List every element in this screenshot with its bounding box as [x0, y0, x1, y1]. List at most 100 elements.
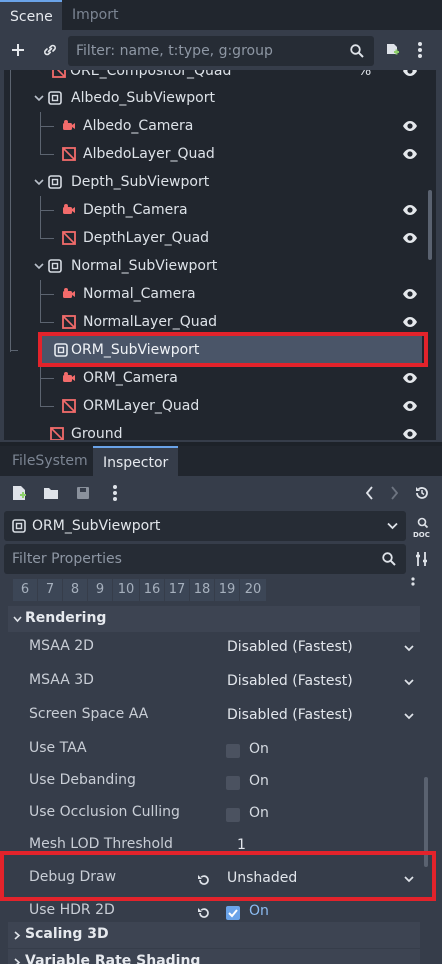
- tree-row-label: AlbedoLayer_Quad: [83, 146, 215, 162]
- chevron-down-icon[interactable]: [34, 94, 44, 102]
- tree-row-albedolayer-quad[interactable]: AlbedoLayer_Quad: [4, 140, 422, 168]
- tree-row-label: Albedo_Camera: [83, 118, 194, 134]
- history-button[interactable]: [410, 482, 434, 504]
- tree-row-label: Depth_Camera: [83, 202, 188, 218]
- property-checkbox[interactable]: On: [220, 735, 420, 765]
- visibility-eye-icon[interactable]: [402, 400, 418, 412]
- visibility-eye-icon[interactable]: [402, 372, 418, 384]
- tab-scene[interactable]: Scene: [0, 0, 62, 30]
- section-rendering[interactable]: Rendering: [8, 606, 420, 632]
- history-icon: [416, 487, 428, 499]
- layer-cell-6[interactable]: 6: [13, 579, 37, 601]
- layer-cell-8[interactable]: 8: [63, 579, 87, 601]
- scene-tree[interactable]: ORE_Compositor_Quad % Albedo_SubViewport…: [4, 70, 436, 440]
- tree-row-suffix: %: [358, 70, 372, 79]
- tab-inspector[interactable]: Inspector: [93, 446, 178, 476]
- tree-row-label: ORM_Camera: [83, 370, 178, 386]
- tree-row-label: DepthLayer_Quad: [83, 230, 210, 246]
- visibility-eye-icon[interactable]: [402, 232, 418, 244]
- save-resource-button[interactable]: [72, 482, 94, 504]
- tree-row-depth-subviewport[interactable]: Depth_SubViewport: [4, 168, 422, 196]
- layer-cell-19[interactable]: 19: [215, 579, 239, 601]
- checkbox-label: On: [249, 903, 269, 919]
- property-label: Use Debanding: [29, 772, 136, 788]
- open-docs-button[interactable]: DOC: [410, 514, 434, 540]
- property-dropdown[interactable]: Disabled (Fastest): [220, 667, 420, 697]
- revert-icon[interactable]: [197, 906, 211, 920]
- section-rendering-title: Rendering: [25, 610, 107, 626]
- scene-menu-button[interactable]: [408, 38, 432, 62]
- attach-script-button[interactable]: [380, 38, 404, 62]
- tab-filesystem[interactable]: FileSystem: [2, 446, 98, 476]
- mesh-icon: [50, 427, 64, 440]
- visibility-eye-icon[interactable]: [402, 428, 418, 440]
- object-name: ORM_SubViewport: [32, 518, 161, 534]
- chevron-right-icon: [14, 958, 21, 964]
- layer-grid[interactable]: 6 7 8 9 10 16 17 18 19 20: [13, 579, 413, 601]
- visibility-eye-icon[interactable]: [402, 204, 418, 216]
- property-label: Use HDR 2D: [29, 902, 115, 918]
- layer-cell-17[interactable]: 17: [165, 579, 189, 601]
- property-row-use-taa: Use TAA On: [0, 735, 442, 767]
- tree-row-normal-camera[interactable]: Normal_Camera: [4, 280, 422, 308]
- add-node-button[interactable]: [6, 38, 30, 62]
- instance-scene-button[interactable]: [38, 38, 62, 62]
- section-variable-rate-shading[interactable]: Variable Rate Shading: [8, 949, 420, 964]
- scene-filter-placeholder: Filter: name, t:type, g:group: [76, 43, 273, 59]
- tree-row-orm-camera[interactable]: ORM_Camera: [4, 364, 422, 392]
- object-selector[interactable]: ORM_SubViewport: [4, 511, 406, 541]
- property-list: 6 7 8 9 10 16 17 18 19 20 Rendering MSAA 2D Disabl…: [0, 577, 442, 964]
- resource-menu-button[interactable]: [104, 482, 126, 504]
- tree-row-label: Albedo_SubViewport: [71, 90, 215, 106]
- load-resource-button[interactable]: [40, 482, 62, 504]
- property-checkbox[interactable]: On: [220, 799, 420, 829]
- scene-filter-input[interactable]: Filter: name, t:type, g:group: [68, 36, 374, 66]
- history-back-button[interactable]: [360, 482, 380, 504]
- chevron-down-icon[interactable]: [34, 178, 44, 186]
- tree-row-ore-compositor-quad[interactable]: ORE_Compositor_Quad %: [4, 70, 422, 85]
- tab-import[interactable]: Import: [62, 0, 128, 30]
- tree-row-depth-camera[interactable]: Depth_Camera: [4, 196, 422, 224]
- layer-cell-7[interactable]: 7: [38, 579, 62, 601]
- chevron-right-icon: [14, 931, 21, 940]
- chevron-down-icon: [404, 645, 414, 652]
- history-forward-button[interactable]: [384, 482, 404, 504]
- tree-row-albedo-camera[interactable]: Albedo_Camera: [4, 112, 422, 140]
- tree-row-albedo-subviewport[interactable]: Albedo_SubViewport: [4, 84, 422, 112]
- visibility-eye-icon[interactable]: [402, 120, 418, 132]
- property-checkbox[interactable]: On: [220, 767, 420, 797]
- property-tools-button[interactable]: [410, 547, 434, 571]
- property-dropdown[interactable]: Disabled (Fastest): [220, 701, 420, 731]
- checkmark-icon: [228, 909, 238, 918]
- property-label: Use Occlusion Culling: [29, 804, 180, 820]
- tree-row-label: ORMLayer_Quad: [83, 398, 200, 414]
- layer-cell-16[interactable]: 16: [140, 579, 164, 601]
- tree-row-label: Normal_Camera: [83, 286, 196, 302]
- visibility-eye-icon[interactable]: [402, 288, 418, 300]
- subviewport-icon: [12, 519, 26, 533]
- chevron-down-icon: [404, 679, 414, 686]
- visibility-eye-icon[interactable]: [402, 148, 418, 160]
- scene-tree-scrollbar[interactable]: [428, 190, 432, 260]
- new-resource-button[interactable]: [8, 482, 30, 504]
- visibility-eye-icon[interactable]: [402, 70, 418, 77]
- property-label: Screen Space AA: [29, 706, 149, 722]
- filter-properties-input[interactable]: Filter Properties: [4, 544, 406, 574]
- layer-cell-18[interactable]: 18: [190, 579, 214, 601]
- property-dropdown[interactable]: Disabled (Fastest): [220, 633, 420, 663]
- tree-row-normal-subviewport[interactable]: Normal_SubViewport: [4, 252, 422, 280]
- svg-text:DOC: DOC: [413, 531, 430, 538]
- visibility-eye-icon[interactable]: [402, 316, 418, 328]
- tree-row-ground[interactable]: Ground: [4, 420, 422, 440]
- layer-cell-9[interactable]: 9: [88, 579, 112, 601]
- subviewport-icon: [48, 259, 62, 273]
- section-scaling-3d[interactable]: Scaling 3D: [8, 922, 420, 948]
- tree-row-ormlayer-quad[interactable]: ORMLayer_Quad: [4, 392, 422, 420]
- tree-row-depthlayer-quad[interactable]: DepthLayer_Quad: [4, 224, 422, 252]
- chevron-down-icon[interactable]: [34, 262, 44, 270]
- mesh-icon: [62, 147, 76, 161]
- layer-cell-20[interactable]: 20: [240, 579, 266, 601]
- tree-row-label: ORE_Compositor_Quad: [70, 70, 232, 79]
- vertical-dots-icon[interactable]: [410, 577, 416, 589]
- layer-cell-10[interactable]: 10: [113, 579, 139, 601]
